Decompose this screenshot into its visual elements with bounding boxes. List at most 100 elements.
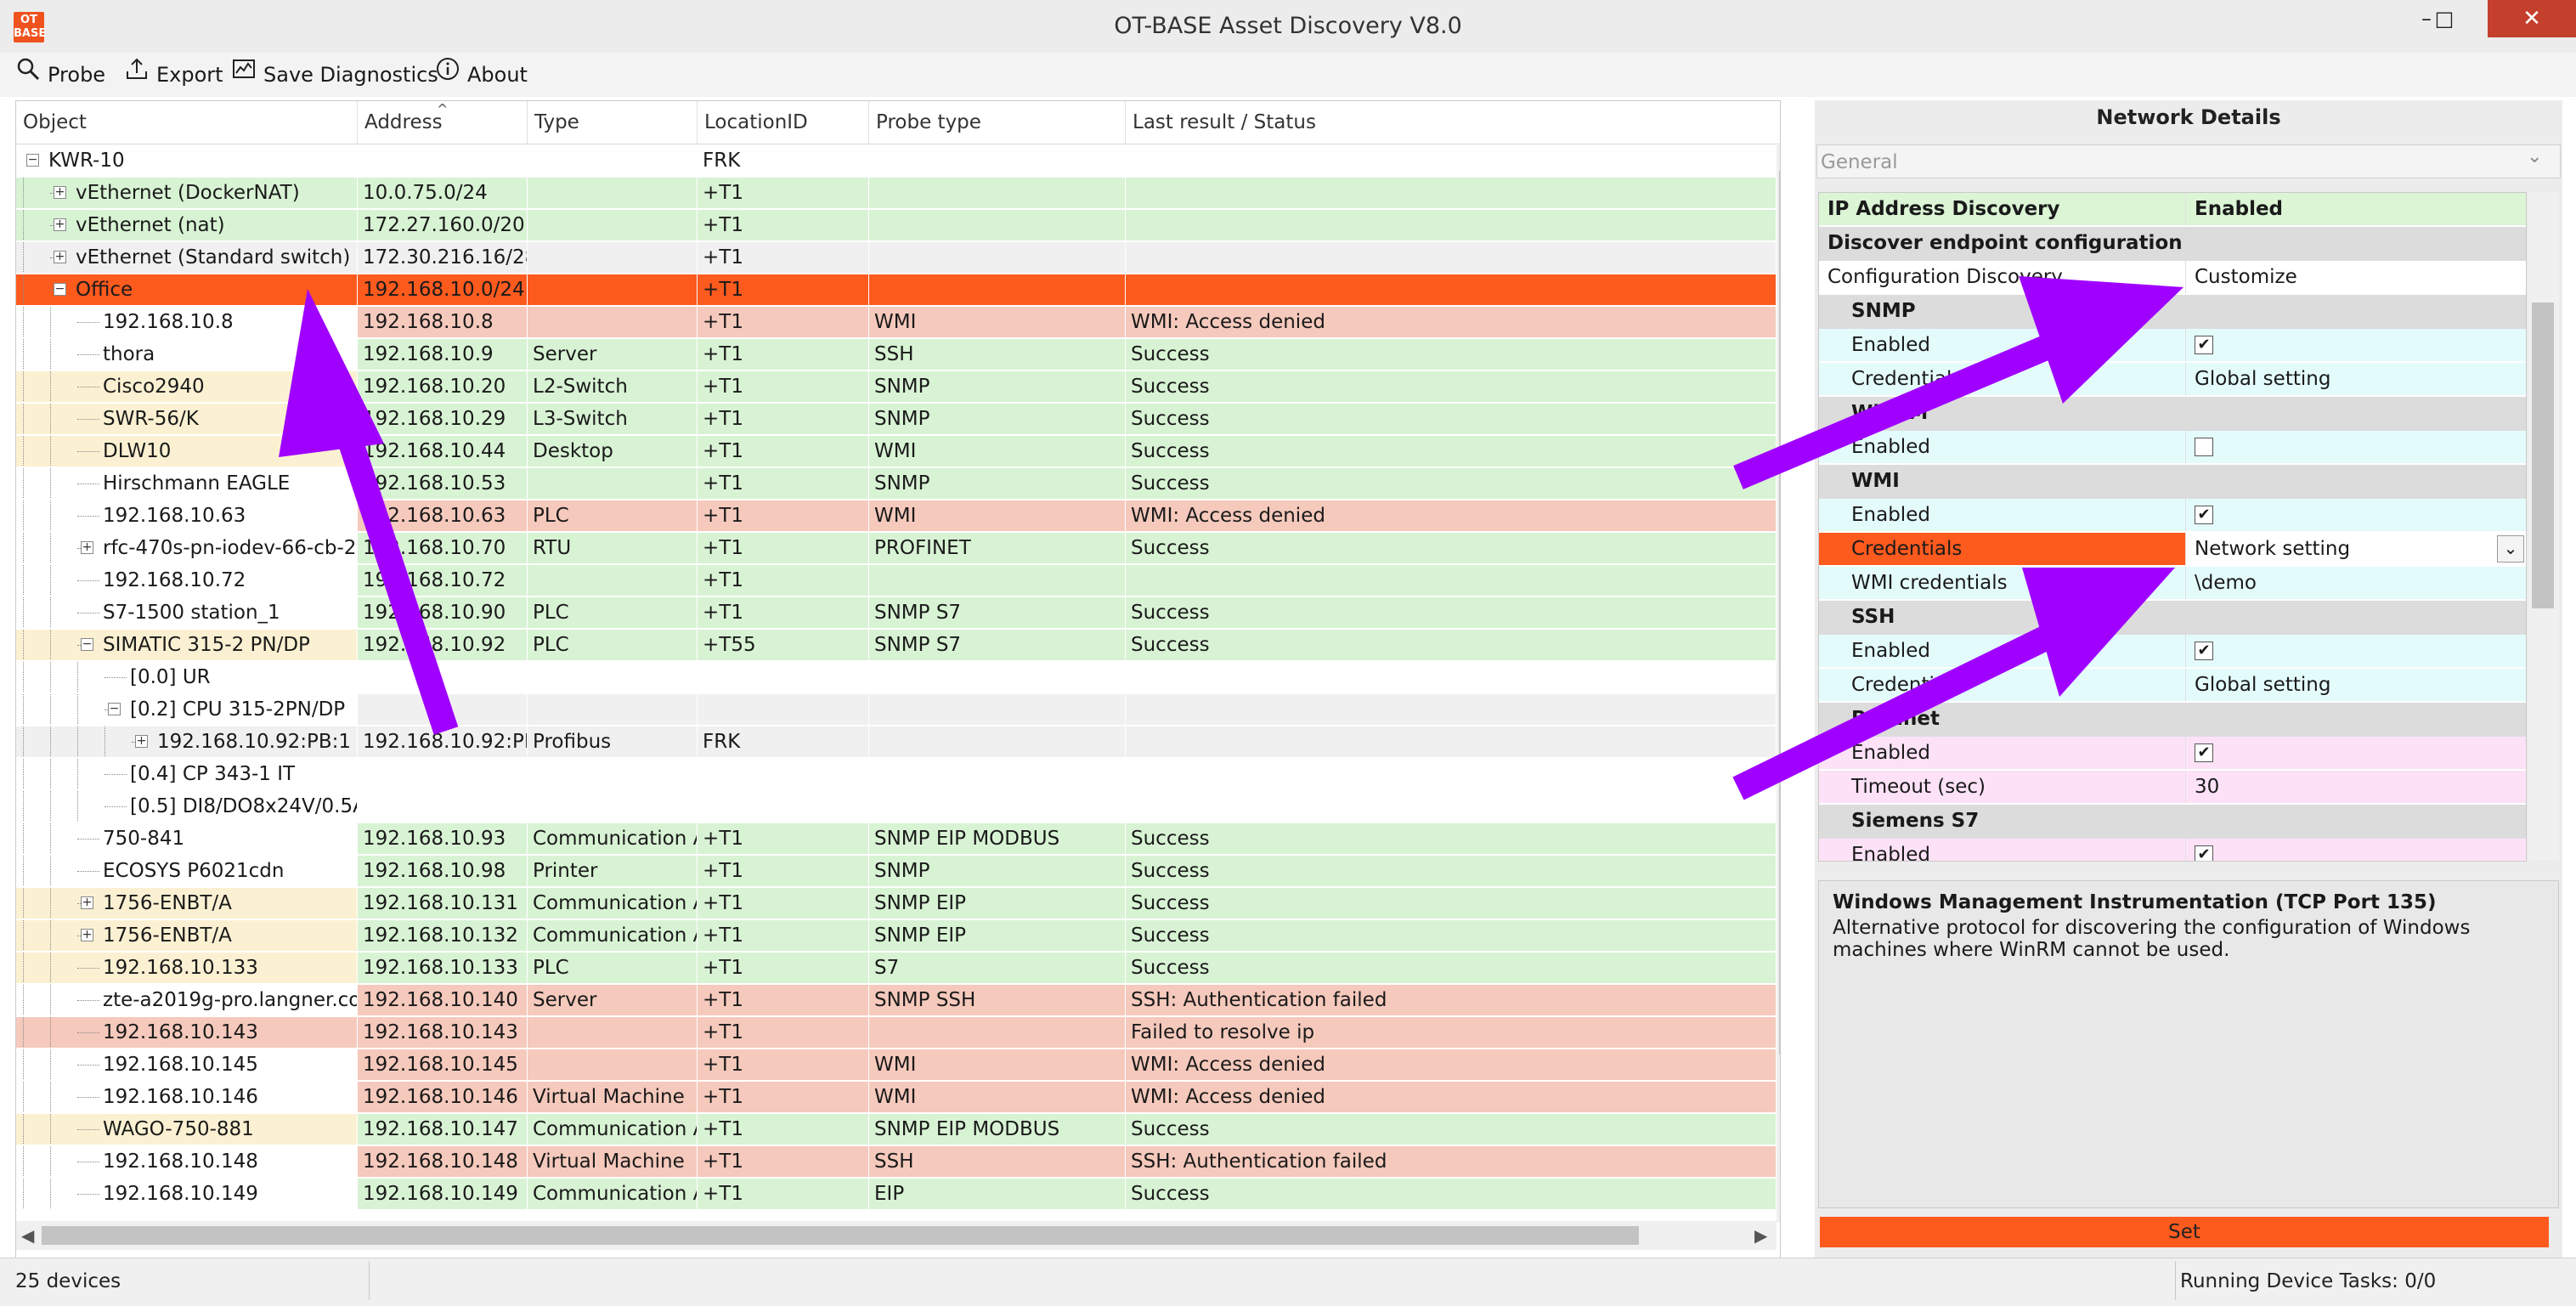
cell-probe[interactable]: SSH <box>869 1146 1126 1178</box>
cell-location[interactable]: +T1 <box>698 404 869 435</box>
cell-location[interactable]: +T1 <box>698 339 869 370</box>
cell-probe[interactable]: SNMP EIP MODBUS <box>869 823 1126 855</box>
expand-icon[interactable]: + <box>81 896 93 909</box>
property-category[interactable]: Profinet <box>1819 703 2526 737</box>
cell-status[interactable]: Success <box>1126 533 1777 564</box>
cell-address[interactable]: 192.168.10.98 <box>358 856 528 887</box>
cell-type[interactable] <box>528 694 698 726</box>
cell-address[interactable]: 192.168.10.44 <box>358 436 528 467</box>
checkbox[interactable]: ✔ <box>2195 336 2213 354</box>
cell-location[interactable]: +T1 <box>698 533 869 564</box>
property-row[interactable]: Credentials Network setting ⌄ <box>1819 533 2526 567</box>
horizontal-scrollbar[interactable]: ◀ ▶ <box>16 1221 1777 1250</box>
scroll-thumb[interactable] <box>1779 171 1780 1054</box>
probe-button[interactable]: Probe <box>15 53 105 97</box>
expand-icon[interactable]: + <box>54 218 66 231</box>
cell-status[interactable]: Success <box>1126 1114 1777 1145</box>
property-row[interactable]: IP Address Discovery Enabled <box>1819 193 2526 227</box>
cell-address[interactable]: 192.168.10.72 <box>358 565 528 596</box>
cell-type[interactable] <box>528 145 698 177</box>
cell-address[interactable]: 192.168.10.70 <box>358 533 528 564</box>
expand-icon[interactable]: + <box>54 251 66 263</box>
cell-object[interactable]: 192.168.10.143 <box>16 1017 358 1049</box>
cell-address[interactable]: 192.168.10.63 <box>358 500 528 532</box>
cell-status[interactable] <box>1126 565 1777 596</box>
cell-location[interactable]: +T1 <box>698 1017 869 1049</box>
property-row[interactable]: Enabled ✔ <box>1819 329 2526 363</box>
cell-object[interactable]: Cisco2940 <box>16 371 358 403</box>
cell-status[interactable]: WMI: Access denied <box>1126 1082 1777 1113</box>
cell-type[interactable]: Virtual Machine <box>528 1082 698 1113</box>
cell-address[interactable] <box>358 791 528 823</box>
property-value[interactable]: \demo <box>2186 567 2526 600</box>
property-category[interactable]: WMI <box>1819 465 2526 499</box>
cell-address[interactable]: 192.168.10.143 <box>358 1017 528 1049</box>
cell-probe[interactable]: SNMP <box>869 371 1126 403</box>
table-row[interactable]: + vEthernet (Standard switch) 172.30.216.1… <box>16 242 1780 274</box>
set-button[interactable]: Set <box>1820 1217 2549 1247</box>
cell-object[interactable]: 192.168.10.133 <box>16 953 358 984</box>
table-row[interactable]: +192.168.10.92:PB:1192.168.10.92:PB:1Pro… <box>16 726 1780 759</box>
table-row[interactable]: [0.4] CP 343-1 IT <box>16 759 1780 791</box>
table-row[interactable]: − SIMATIC 315-2 PN/DP 192.168.10.92 PLC +T55… <box>16 630 1780 662</box>
cell-location[interactable]: +T1 <box>698 1049 869 1081</box>
cell-type[interactable] <box>528 210 698 241</box>
property-value[interactable]: Enabled <box>2186 193 2526 226</box>
cell-location[interactable]: +T1 <box>698 178 869 209</box>
cell-location[interactable]: FRK <box>698 145 869 177</box>
cell-type[interactable]: Profibus <box>528 726 698 758</box>
property-scroll-thumb[interactable] <box>2532 302 2554 608</box>
cell-probe[interactable]: PROFINET <box>869 533 1126 564</box>
cell-type[interactable]: PLC <box>528 630 698 661</box>
cell-object[interactable]: WAGO-750-881 <box>16 1114 358 1145</box>
cell-status[interactable]: Failed to resolve ip <box>1126 1017 1777 1049</box>
cell-address[interactable]: 192.168.10.133 <box>358 953 528 984</box>
cell-probe[interactable] <box>869 726 1126 758</box>
table-row[interactable]: thora 192.168.10.9 Server +T1 SSH Success <box>16 339 1780 371</box>
cell-location[interactable]: +T1 <box>698 1114 869 1145</box>
chevron-down-icon[interactable]: ⌄ <box>2527 146 2542 167</box>
cell-object[interactable]: − KWR-10 <box>16 145 358 177</box>
cell-object[interactable]: [0.0] UR <box>16 662 358 693</box>
cell-address[interactable]: 192.168.10.132 <box>358 920 528 952</box>
cell-object[interactable]: + vEthernet (DockerNAT) <box>16 178 358 209</box>
cell-status[interactable]: SSH: Authentication failed <box>1126 1146 1777 1178</box>
property-value[interactable]: ✔ <box>2186 737 2526 770</box>
cell-probe[interactable] <box>869 759 1126 790</box>
property-value[interactable]: ✔ <box>2186 635 2526 668</box>
cell-type[interactable]: Communication A <box>528 823 698 855</box>
cell-status[interactable] <box>1126 726 1777 758</box>
property-value[interactable]: Global setting <box>2186 363 2526 396</box>
cell-location[interactable]: +T1 <box>698 823 869 855</box>
checkbox[interactable]: ✔ <box>2195 506 2213 524</box>
property-row[interactable]: WMI credentials \demo <box>1819 567 2526 601</box>
cell-status[interactable]: Success <box>1126 953 1777 984</box>
cell-location[interactable]: +T1 <box>698 307 869 338</box>
cell-probe[interactable] <box>869 242 1126 274</box>
cell-type[interactable]: L3-Switch <box>528 404 698 435</box>
cell-type[interactable] <box>528 274 698 306</box>
cell-location[interactable] <box>698 662 869 693</box>
cell-address[interactable] <box>358 759 528 790</box>
hscroll-thumb[interactable] <box>42 1226 1639 1245</box>
cell-location[interactable]: +T1 <box>698 565 869 596</box>
cell-location[interactable]: +T1 <box>698 953 869 984</box>
cell-probe[interactable] <box>869 145 1126 177</box>
cell-object[interactable]: − Office <box>16 274 358 306</box>
cell-address[interactable]: 192.168.10.20 <box>358 371 528 403</box>
property-value[interactable]: Global setting <box>2186 669 2526 702</box>
table-row[interactable]: 192.168.10.72 192.168.10.72 +T1 <box>16 565 1780 597</box>
cell-location[interactable]: +T1 <box>698 436 869 467</box>
cell-type[interactable]: Communication A <box>528 1114 698 1145</box>
cell-type[interactable]: PLC <box>528 597 698 629</box>
cell-address[interactable] <box>358 662 528 693</box>
cell-status[interactable] <box>1126 178 1777 209</box>
cell-probe[interactable]: EIP <box>869 1179 1126 1210</box>
cell-address[interactable] <box>358 145 528 177</box>
export-button[interactable]: Export <box>124 53 223 97</box>
cell-status[interactable]: Success <box>1126 436 1777 467</box>
cell-address[interactable]: 192.168.10.146 <box>358 1082 528 1113</box>
cell-status[interactable] <box>1126 210 1777 241</box>
cell-type[interactable] <box>528 1017 698 1049</box>
property-row[interactable]: Configuration Discovery Customize <box>1819 261 2526 295</box>
